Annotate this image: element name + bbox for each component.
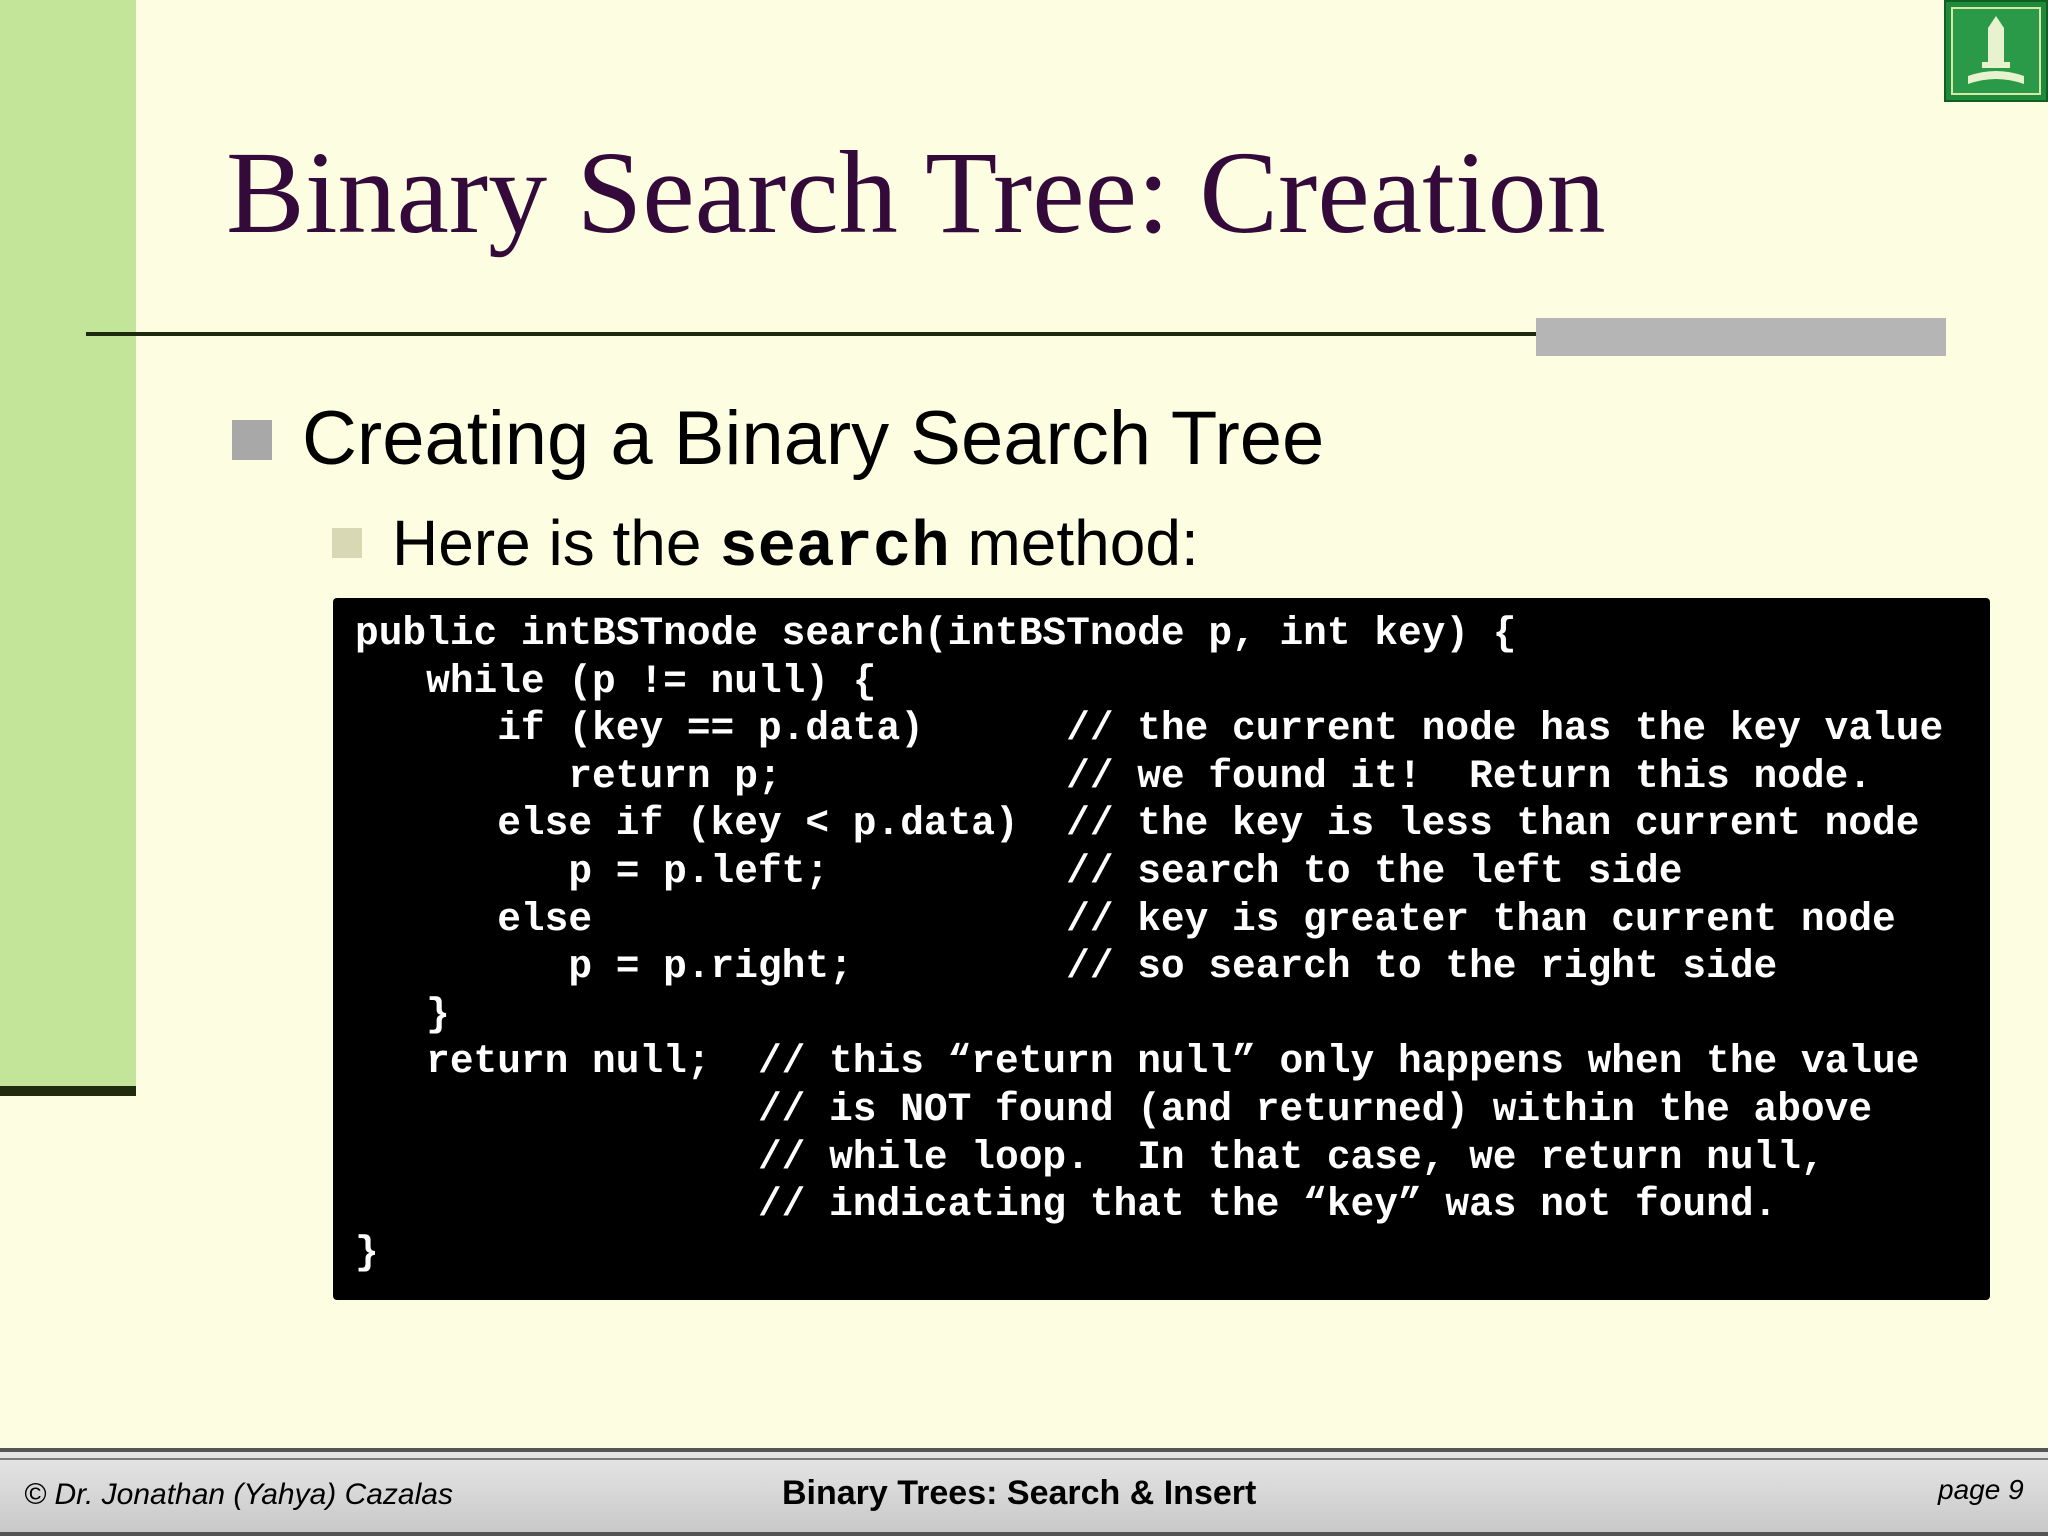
code-block: public intBSTnode search(intBSTnode p, i…: [333, 598, 1990, 1300]
code-text: public intBSTnode search(intBSTnode p, i…: [355, 611, 1944, 1275]
sub-bullet-square-icon: [332, 528, 362, 558]
footer-rule: [0, 1458, 2048, 1460]
bullet-square-icon: [232, 420, 272, 460]
left-accent-underline: [0, 1086, 136, 1096]
footer-course-title: Binary Trees: Search & Insert: [782, 1474, 1257, 1512]
footer-page-number: page 9: [1938, 1474, 2024, 1505]
left-accent-bar: [0, 0, 136, 1090]
sub-bullet-text-pre: Here is the: [392, 507, 720, 579]
slide-title: Binary Search Tree: Creation: [226, 127, 1606, 258]
sub-bullet-text-post: method:: [949, 507, 1199, 579]
university-logo-icon: [1944, 0, 2048, 102]
sub-bullet-search-method: Here is the search method:: [392, 506, 1199, 585]
bullet-creating-bst: Creating a Binary Search Tree: [302, 396, 1325, 481]
footer-author: © Dr. Jonathan (Yahya) Cazalas: [24, 1478, 453, 1511]
search-keyword: search: [719, 513, 950, 585]
title-accent-block: [1536, 318, 1946, 356]
